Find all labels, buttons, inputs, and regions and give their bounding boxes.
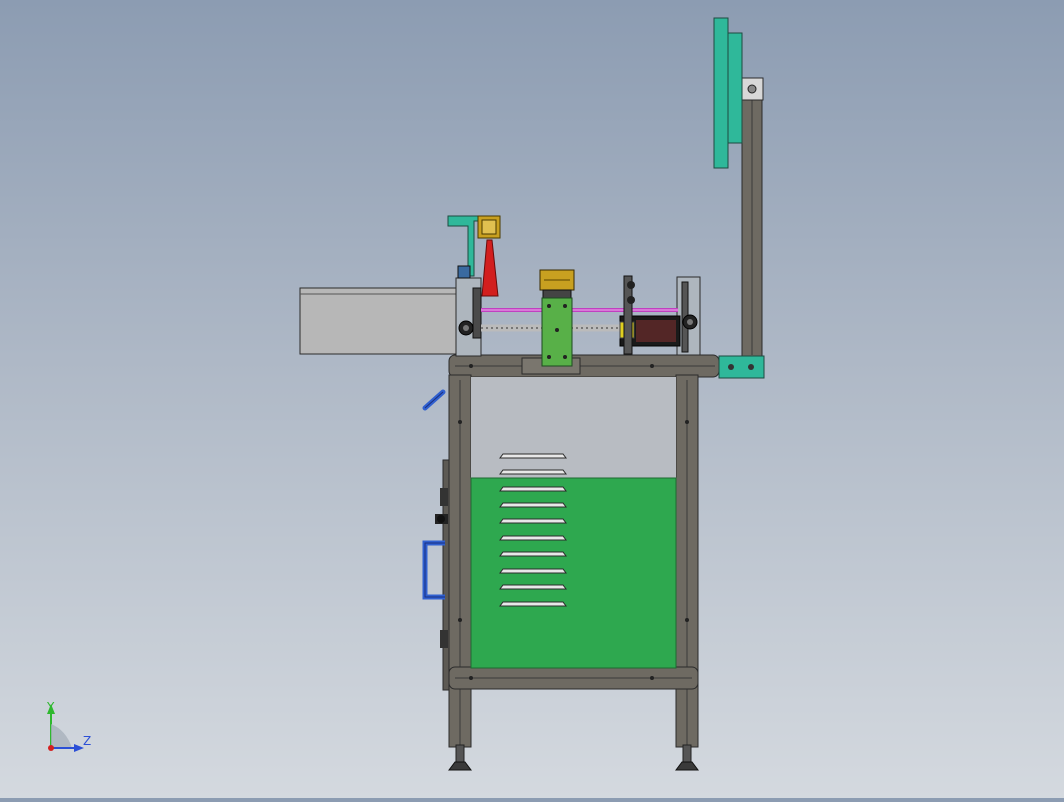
post-bracket — [718, 355, 765, 379]
z-axis-label: Z — [83, 734, 91, 748]
leveling-feet — [448, 744, 699, 771]
feeder-box — [299, 287, 459, 355]
side-handle-upper — [422, 389, 446, 411]
laser-sensor-bracket — [447, 215, 479, 279]
carriage-plate — [541, 297, 573, 367]
camera-module — [539, 269, 575, 299]
y-axis-label: Y — [46, 700, 55, 714]
machine-side-view: Y Z — [46, 17, 765, 771]
display-post — [740, 77, 764, 361]
drive-motor — [619, 275, 681, 355]
cabinet-interior — [471, 377, 676, 479]
top-frame-beam — [448, 354, 720, 378]
side-handle-lower — [422, 540, 445, 600]
cad-viewport[interactable]: Y Z — [0, 0, 1064, 798]
display-monitor — [713, 17, 743, 169]
left-side-plate — [455, 277, 482, 357]
